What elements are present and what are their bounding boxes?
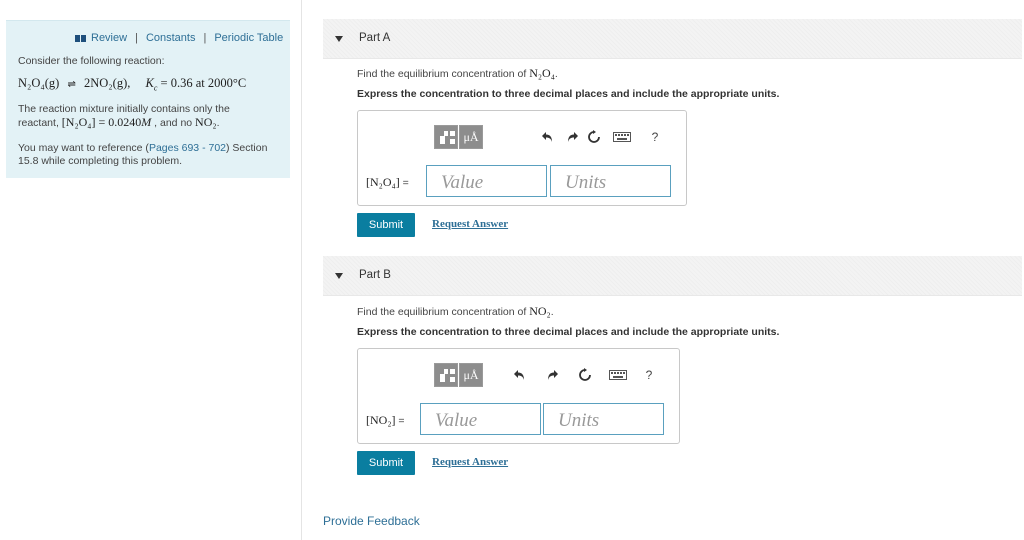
equals-sign: = xyxy=(395,415,405,427)
reference-panel: Review | Constants | Periodic Table Cons… xyxy=(6,20,290,178)
symbols-button[interactable]: μÅ xyxy=(459,363,483,387)
column-divider xyxy=(301,0,302,540)
reaction-product: 2NO₂(g), xyxy=(84,76,131,90)
symbols-button[interactable]: μÅ xyxy=(459,125,483,149)
template-block-icon xyxy=(444,131,448,136)
undo-icon[interactable] xyxy=(510,365,530,385)
template-block-icon xyxy=(450,369,455,374)
part-b-answer-box: μÅ ? [NO₂] = xyxy=(357,348,680,444)
request-answer-link[interactable]: Request Answer xyxy=(432,218,508,230)
request-answer-link[interactable]: Request Answer xyxy=(432,456,508,468)
undo-icon[interactable] xyxy=(538,127,558,147)
help-icon[interactable]: ? xyxy=(645,127,665,147)
intro-text: Consider the following reaction: xyxy=(18,55,165,67)
mixture-line-1: The reaction mixture initially contains … xyxy=(18,103,230,115)
part-a-question: Find the equilibrium concentration of N₂… xyxy=(357,66,558,81)
link-separator: | xyxy=(203,32,207,44)
equals-sign: = xyxy=(399,177,409,189)
question-formula: NO₂ xyxy=(529,304,551,318)
question-text: Find the equilibrium concentration of xyxy=(357,306,527,318)
template-block-icon xyxy=(450,139,455,144)
template-block-icon xyxy=(450,377,455,382)
reference-line-2: 15.8 while completing this problem. xyxy=(18,155,183,167)
reference-links: Review | Constants | Periodic Table xyxy=(75,32,283,44)
kc-symbol: K xyxy=(145,76,154,90)
templates-button[interactable] xyxy=(434,125,458,149)
answer-label: [NO₂] = xyxy=(366,413,405,428)
equilibrium-arrows: ⇌ xyxy=(67,79,76,90)
initial-concentration: [N₂O₄] = 0.0240 xyxy=(61,115,142,129)
question-text: Find the equilibrium concentration of xyxy=(357,68,527,80)
constants-link[interactable]: Constants xyxy=(146,32,196,44)
collapse-triangle-icon[interactable] xyxy=(335,36,343,42)
help-icon[interactable]: ? xyxy=(639,365,659,385)
part-b-title: Part B xyxy=(359,269,391,281)
submit-button[interactable]: Submit xyxy=(357,213,415,237)
keyboard-icon[interactable] xyxy=(608,365,628,385)
reset-icon[interactable] xyxy=(584,127,604,147)
pages-link[interactable]: Pages 693 - 702 xyxy=(149,142,226,154)
mixture-mid: , and no xyxy=(154,117,193,129)
template-block-icon xyxy=(440,374,445,382)
answer-label: [N₂O₄] = xyxy=(366,175,409,190)
question-end: . xyxy=(554,68,558,80)
part-a-title: Part A xyxy=(359,32,391,44)
submit-button[interactable]: Submit xyxy=(357,451,415,475)
mixture-end: . xyxy=(216,117,220,129)
template-block-icon xyxy=(440,136,445,144)
reset-icon[interactable] xyxy=(575,365,595,385)
book-icon xyxy=(75,34,86,42)
reference-suffix: ) Section xyxy=(226,142,268,154)
question-formula: N₂O₄ xyxy=(529,66,555,80)
part-a-header[interactable]: Part A xyxy=(323,19,1022,59)
provide-feedback-link[interactable]: Provide Feedback xyxy=(323,514,420,528)
part-b-header[interactable]: Part B xyxy=(323,256,1022,296)
value-input[interactable] xyxy=(420,403,541,435)
kc-value: = 0.36 at 2000°C xyxy=(160,76,247,90)
keyboard-icon[interactable] xyxy=(612,127,632,147)
part-b-question: Find the equilibrium concentration of NO… xyxy=(357,304,554,319)
redo-icon[interactable] xyxy=(542,365,562,385)
answer-variable: [NO₂] xyxy=(366,413,396,427)
mixture-line-2: reactant, [N₂O₄] = 0.0240M , and no NO₂. xyxy=(18,116,219,129)
question-end: . xyxy=(550,306,554,318)
reaction-reactant: N₂O₄(g) xyxy=(18,76,60,90)
mixture-prefix: reactant, xyxy=(18,117,59,129)
molarity-unit: M xyxy=(141,115,152,129)
link-separator: | xyxy=(135,32,138,44)
templates-button[interactable] xyxy=(434,363,458,387)
part-a-answer-box: μÅ ? [N₂O₄] = xyxy=(357,110,687,206)
part-b-instruction: Express the concentration to three decim… xyxy=(357,326,780,338)
no2-formula: NO₂ xyxy=(195,115,217,129)
reaction-equation: N₂O₄(g) ⇌ 2NO₂(g), Kc = 0.36 at 2000°C xyxy=(18,76,246,93)
answer-variable: [N₂O₄] xyxy=(366,175,400,189)
review-link[interactable]: Review xyxy=(91,32,127,44)
kc-subscript: c xyxy=(153,83,158,93)
reference-line-1: You may want to reference (Pages 693 - 7… xyxy=(18,142,267,154)
template-block-icon xyxy=(444,369,448,374)
periodic-table-link[interactable]: Periodic Table xyxy=(214,32,283,44)
part-a-instruction: Express the concentration to three decim… xyxy=(357,88,780,100)
template-block-icon xyxy=(450,131,455,136)
value-input[interactable] xyxy=(426,165,547,197)
reference-prefix: You may want to reference ( xyxy=(18,142,149,154)
collapse-triangle-icon[interactable] xyxy=(335,273,343,279)
units-input[interactable] xyxy=(543,403,664,435)
redo-icon[interactable] xyxy=(562,127,582,147)
units-input[interactable] xyxy=(550,165,671,197)
